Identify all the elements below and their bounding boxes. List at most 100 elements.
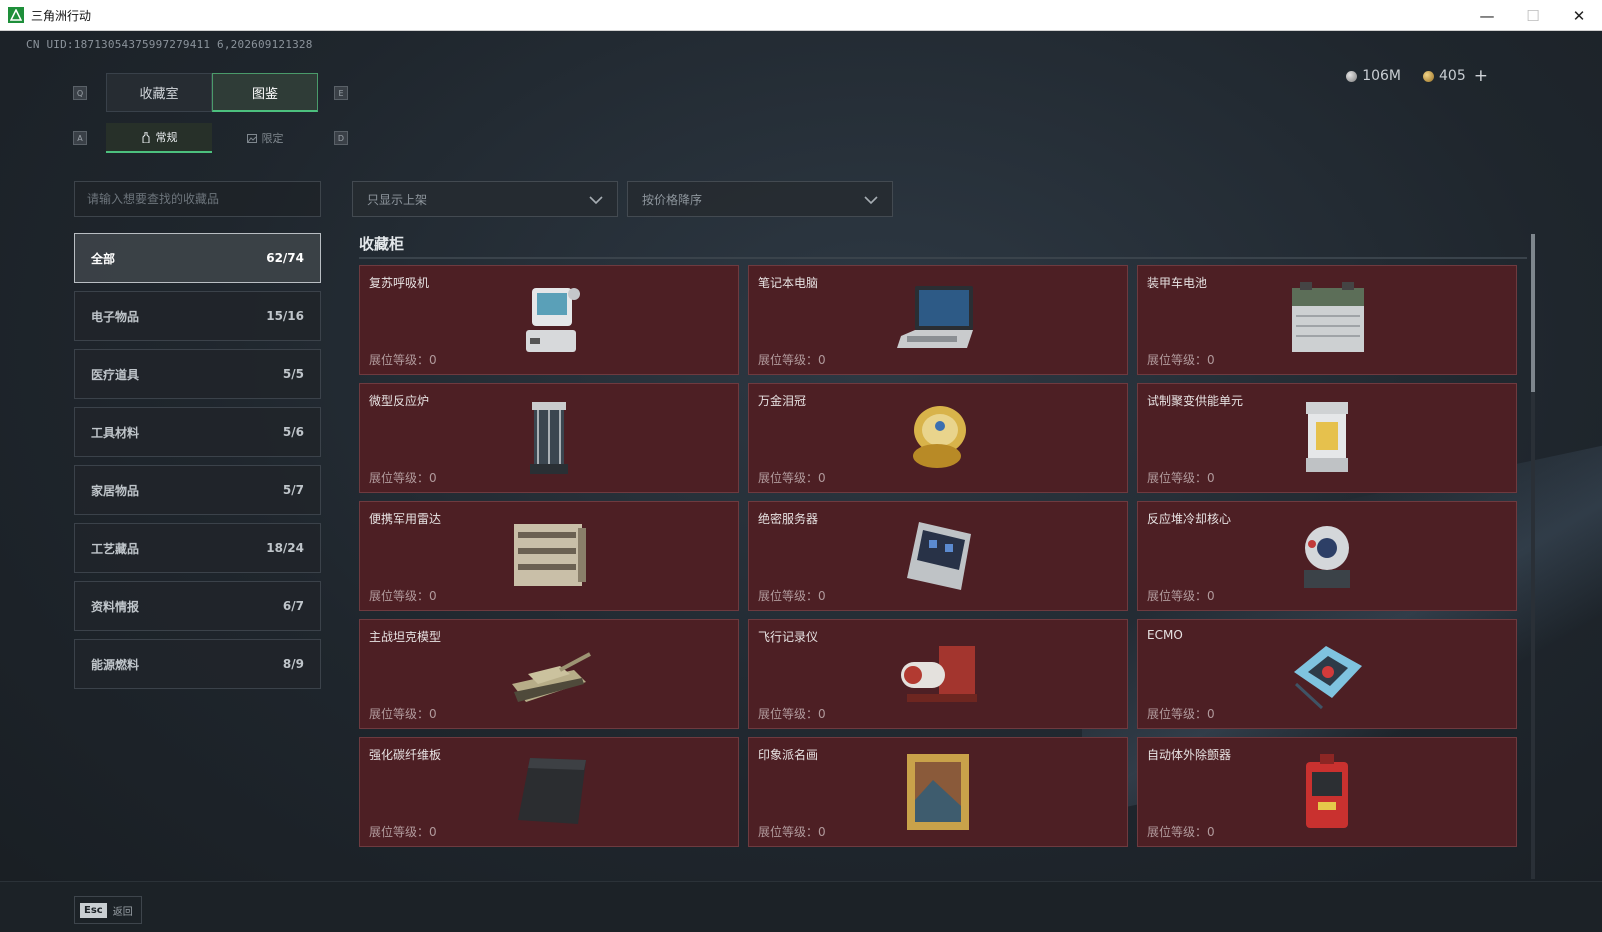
main-tabs: 收藏室 图鉴 [106,73,318,112]
availability-dropdown[interactable]: 只显示上架 [352,181,618,217]
booth-level: 展位等级：0 [369,353,437,367]
booth-level: 展位等级：0 [1147,589,1215,603]
user-uid: CN UID:18713054375997279411 6,2026091213… [26,38,313,51]
item-card[interactable]: 印象派名画 展位等级：0 [748,737,1128,847]
booth-level: 展位等级：0 [758,825,826,839]
item-card[interactable]: 绝密服务器 展位等级：0 [748,501,1128,611]
scroll-thumb[interactable] [1531,234,1535,392]
item-card[interactable]: 试制聚变供能单元 展位等级：0 [1137,383,1517,493]
item-name: 装甲车电池 [1147,276,1208,290]
item-card[interactable]: 复苏呼吸机 展位等级：0 [359,265,739,375]
category-medical[interactable]: 医疗道具 5/5 [74,349,321,399]
category-label: 全部 [91,251,116,266]
silver-amount: 106M [1362,68,1402,84]
booth-level: 展位等级：0 [369,825,437,839]
scrollbar[interactable] [1531,234,1535,879]
gold-coin-icon [1423,70,1435,82]
category-count: 18/24 [266,541,304,555]
item-card[interactable]: 强化碳纤维板 展位等级：0 [359,737,739,847]
sort-dropdown[interactable]: 按价格降序 [627,181,893,217]
app-logo-icon [8,7,24,23]
item-card[interactable]: 反应堆冷却核心 展位等级：0 [1137,501,1517,611]
tank-icon [512,652,591,702]
booth-level: 展位等级：0 [758,707,826,721]
tab-catalog[interactable]: 图鉴 [212,73,318,112]
footer-bar: Esc 返回 [0,881,1602,932]
section-divider [359,257,1527,259]
item-card[interactable]: ECMO 展位等级：0 [1137,619,1517,729]
tab-collection-room[interactable]: 收藏室 [106,73,212,112]
jeweled-egg-icon [913,406,966,468]
item-card[interactable]: 自动体外除颤器 展位等级：0 [1137,737,1517,847]
carbon-plate-icon [518,758,586,824]
item-card[interactable]: 便携军用雷达 展位等级：0 [359,501,739,611]
category-label: 电子物品 [91,309,140,324]
subtab-limited[interactable]: 限定 [212,123,318,153]
painting-icon [907,754,969,830]
item-name: ECMO [1147,628,1183,642]
booth-level: 展位等级：0 [1147,707,1215,721]
item-card[interactable]: 万金泪冠 展位等级：0 [748,383,1128,493]
subtab-limited-label: 限定 [261,132,284,145]
category-count: 5/7 [282,483,304,497]
window-title: 三角洲行动 [31,8,92,23]
fusion-cell-icon [1306,402,1348,472]
category-label: 资料情报 [91,599,140,614]
item-name: 绝密服务器 [758,512,819,526]
category-list: 全部 62/74 电子物品 15/16 医疗道具 5/5 工具材料 5/6 家居… [74,233,321,697]
booth-level: 展位等级：0 [1147,471,1215,485]
item-name: 试制聚变供能单元 [1147,394,1244,408]
server-icon [907,522,971,590]
item-name: 自动体外除颤器 [1147,748,1232,762]
chevron-down-icon [589,196,603,205]
item-card[interactable]: 装甲车电池 展位等级：0 [1137,265,1517,375]
close-button[interactable]: ✕ [1556,0,1602,31]
item-card[interactable]: 微型反应炉 展位等级：0 [359,383,739,493]
category-count: 8/9 [282,657,304,671]
booth-level: 展位等级：0 [758,471,826,485]
category-label: 医疗道具 [91,367,140,382]
category-electronics[interactable]: 电子物品 15/16 [74,291,321,341]
back-label: 返回 [112,906,133,918]
item-name: 万金泪冠 [758,394,807,408]
category-count: 6/7 [282,599,304,613]
booth-level: 展位等级：0 [1147,353,1215,367]
search-input[interactable] [74,181,321,217]
booth-level: 展位等级：0 [758,589,826,603]
booth-level: 展位等级：0 [758,353,826,367]
silver-coin-icon [1346,70,1358,82]
hotkey-prev-subtab[interactable]: A [73,131,87,145]
esc-key-icon: Esc [80,902,107,918]
category-energy[interactable]: 能源燃料 8/9 [74,639,321,689]
category-all[interactable]: 全部 62/74 [74,233,321,283]
booth-level: 展位等级：0 [369,589,437,603]
hotkey-next-tab[interactable]: E [334,86,348,100]
item-name: 复苏呼吸机 [369,276,430,290]
availability-dropdown-value: 只显示上架 [367,192,428,207]
category-tools[interactable]: 工具材料 5/6 [74,407,321,457]
defibrillator-icon [1306,754,1348,828]
back-button[interactable]: Esc 返回 [74,896,142,924]
category-crafts[interactable]: 工艺藏品 18/24 [74,523,321,573]
game-viewport: CN UID:18713054375997279411 6,2026091213… [0,31,1602,932]
category-intel[interactable]: 资料情报 6/7 [74,581,321,631]
item-card[interactable]: 飞行记录仪 展位等级：0 [748,619,1128,729]
subtab-regular[interactable]: 常规 [106,123,212,153]
battery-icon [1292,282,1364,352]
item-name: 飞行记录仪 [758,630,819,644]
subtab-regular-label: 常规 [155,131,178,144]
gold-amount: 405 [1439,68,1466,84]
add-currency-button[interactable]: + [1474,66,1488,86]
hotkey-next-subtab[interactable]: D [334,131,348,145]
section-title: 收藏柜 [359,235,405,253]
hotkey-prev-tab[interactable]: Q [73,86,87,100]
item-card[interactable]: 主战坦克模型 展位等级：0 [359,619,739,729]
category-household[interactable]: 家居物品 5/7 [74,465,321,515]
category-count: 15/16 [266,309,304,323]
minimize-button[interactable]: — [1464,0,1510,31]
item-card[interactable]: 笔记本电脑 展位等级：0 [748,265,1128,375]
radar-icon [514,524,586,586]
category-label: 工具材料 [91,425,140,440]
maximize-button[interactable]: ☐ [1510,0,1556,31]
category-count: 5/5 [282,367,304,381]
